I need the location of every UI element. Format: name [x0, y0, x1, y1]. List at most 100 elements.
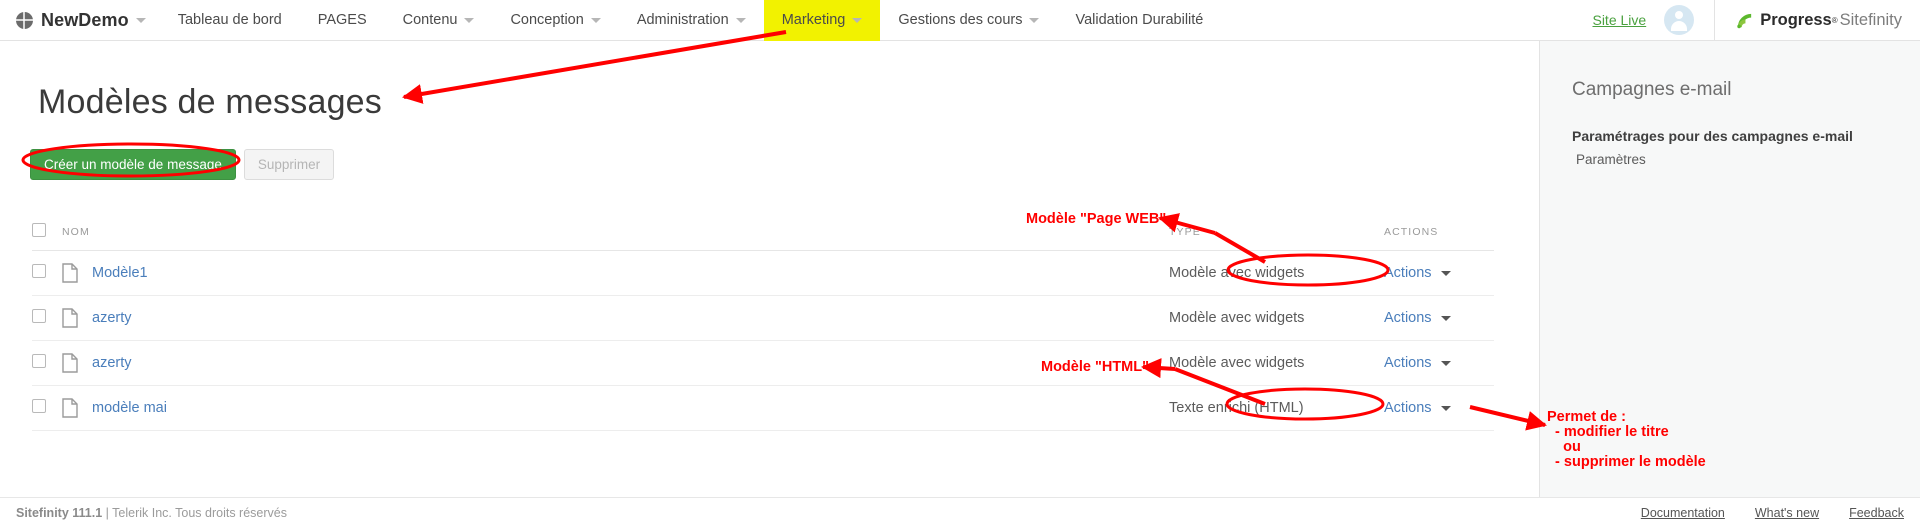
row-checkbox[interactable]	[32, 309, 46, 323]
sidebar-item-parametres[interactable]: Paramètres	[1576, 152, 1646, 167]
user-avatar-icon[interactable]	[1664, 5, 1695, 35]
nav-item-tableau-de-bord[interactable]: Tableau de bord	[160, 0, 300, 41]
table-row[interactable]: azerty Modèle avec widgets Actions	[32, 340, 1494, 386]
footer-link-documentation[interactable]: Documentation	[1641, 506, 1725, 520]
table-row[interactable]: azerty Modèle avec widgets Actions	[32, 295, 1494, 341]
nav-item-label: Marketing	[781, 12, 846, 28]
app-root: NewDemo Tableau de bord PAGES Contenu Co…	[0, 0, 1920, 526]
message-templates-table: NOM TYPE ACTIONS Modèle1 Modèle avec wid…	[32, 217, 1494, 431]
table-row[interactable]: modèle mai Texte enrichi (HTML) Actions	[32, 385, 1494, 431]
row-type-cell: Modèle avec widgets	[1169, 340, 1384, 386]
row-actions-label: Actions	[1384, 265, 1432, 281]
nav-item-contenu[interactable]: Contenu	[385, 0, 493, 41]
row-actions-cell: Actions	[1384, 295, 1494, 341]
chevron-down-icon	[1440, 360, 1451, 366]
row-name-cell: azerty	[62, 295, 1169, 341]
footer-copyright: Sitefinity 111.1 | Telerik Inc. Tous dro…	[16, 506, 287, 520]
chevron-down-icon	[852, 17, 863, 23]
template-type-value: Texte enrichi (HTML)	[1169, 400, 1304, 416]
template-name-link[interactable]: modèle mai	[92, 400, 167, 416]
chevron-down-icon	[590, 17, 601, 23]
nav-item-label: Tableau de bord	[177, 12, 282, 28]
sidebar-section-heading: Paramétrages pour des campagnes e-mail	[1572, 128, 1853, 144]
row-actions-label: Actions	[1384, 400, 1432, 416]
logo-sitefinity-text: Sitefinity	[1839, 10, 1902, 29]
row-actions-cell: Actions	[1384, 250, 1494, 296]
nav-item-label: Gestions des cours	[898, 12, 1023, 28]
nav-right-group: Site Live Progress ® Sitefinity	[1592, 0, 1920, 41]
delete-button[interactable]: Supprimer	[243, 149, 335, 180]
sidebar-title: Campagnes e-mail	[1572, 79, 1732, 100]
document-icon	[62, 353, 78, 373]
sitefinity-logo: Progress ® Sitefinity	[1715, 0, 1920, 41]
nav-item-label: Contenu	[402, 12, 458, 28]
footer-link-whats-new[interactable]: What's new	[1755, 506, 1819, 520]
template-type-value: Modèle avec widgets	[1169, 355, 1305, 371]
column-header-actions: ACTIONS	[1384, 217, 1494, 251]
template-name-link[interactable]: azerty	[92, 355, 132, 371]
table-row[interactable]: Modèle1 Modèle avec widgets Actions	[32, 250, 1494, 296]
table-header: NOM TYPE ACTIONS	[32, 217, 1494, 251]
template-type-value: Modèle avec widgets	[1169, 265, 1305, 281]
nav-item-label: Administration	[636, 12, 729, 28]
chevron-down-icon	[1440, 405, 1451, 411]
nav-item-conception[interactable]: Conception	[492, 0, 618, 41]
row-actions-cell: Actions	[1384, 385, 1494, 431]
table-header-row: NOM TYPE ACTIONS	[32, 217, 1494, 251]
row-checkbox[interactable]	[32, 264, 46, 278]
row-actions-label: Actions	[1384, 355, 1432, 371]
chevron-down-icon	[464, 17, 475, 23]
document-icon	[62, 263, 78, 283]
footer-link-feedback[interactable]: Feedback	[1849, 506, 1904, 520]
chevron-down-icon	[1440, 270, 1451, 276]
row-type-cell: Modèle avec widgets	[1169, 250, 1384, 296]
template-name-link[interactable]: Modèle1	[92, 265, 148, 281]
nav-item-marketing[interactable]: Marketing	[763, 0, 881, 41]
row-checkbox[interactable]	[32, 354, 46, 368]
nav-item-gestions-des-cours[interactable]: Gestions des cours	[880, 0, 1057, 41]
site-live-link[interactable]: Site Live	[1592, 12, 1646, 28]
select-all-checkbox[interactable]	[32, 223, 46, 237]
nav-item-label: PAGES	[317, 12, 367, 28]
row-actions-menu[interactable]: Actions	[1384, 355, 1451, 371]
document-icon	[62, 308, 78, 328]
create-message-template-button[interactable]: Créer un modèle de message	[30, 149, 236, 180]
row-actions-label: Actions	[1384, 310, 1432, 326]
brand-site-selector[interactable]: NewDemo	[0, 0, 160, 41]
row-checkbox[interactable]	[32, 399, 46, 413]
chevron-down-icon	[735, 17, 746, 23]
row-select-cell	[32, 295, 62, 341]
footer-copyright-rest: | Telerik Inc. Tous droits réservés	[102, 506, 287, 520]
row-actions-cell: Actions	[1384, 340, 1494, 386]
row-type-cell: Texte enrichi (HTML)	[1169, 385, 1384, 431]
nav-item-administration[interactable]: Administration	[619, 0, 764, 41]
right-sidebar: Campagnes e-mail Paramétrages pour des c…	[1539, 41, 1920, 497]
sitefinity-mark-icon	[1737, 13, 1752, 28]
page-title: Modèles de messages	[38, 83, 382, 121]
row-actions-menu[interactable]: Actions	[1384, 265, 1451, 281]
row-actions-menu[interactable]: Actions	[1384, 400, 1451, 416]
nav-item-label: Conception	[510, 12, 584, 28]
nav-item-pages[interactable]: PAGES	[300, 0, 385, 41]
chevron-down-icon	[135, 17, 146, 23]
select-all-header	[32, 217, 62, 251]
row-select-cell	[32, 340, 62, 386]
trademark-icon: ®	[1831, 15, 1838, 25]
template-type-value: Modèle avec widgets	[1169, 310, 1305, 326]
column-header-type[interactable]: TYPE	[1169, 217, 1384, 251]
footer-version: Sitefinity 111.1	[16, 506, 103, 520]
logo-progress-text: Progress	[1760, 10, 1832, 29]
action-button-row: Créer un modèle de message Supprimer	[30, 149, 335, 180]
table-body: Modèle1 Modèle avec widgets Actions azer…	[32, 250, 1494, 431]
top-navigation-bar: NewDemo Tableau de bord PAGES Contenu Co…	[0, 0, 1920, 41]
template-name-link[interactable]: azerty	[92, 310, 132, 326]
row-actions-menu[interactable]: Actions	[1384, 310, 1451, 326]
document-icon	[62, 398, 78, 418]
footer-links: Documentation What's new Feedback	[1641, 506, 1904, 520]
column-header-nom[interactable]: NOM	[62, 217, 1169, 251]
chevron-down-icon	[1029, 17, 1040, 23]
globe-icon	[16, 11, 33, 29]
nav-item-validation-durabilite[interactable]: Validation Durabilité	[1057, 0, 1221, 41]
row-name-cell: modèle mai	[62, 385, 1169, 431]
row-name-cell: Modèle1	[62, 250, 1169, 296]
